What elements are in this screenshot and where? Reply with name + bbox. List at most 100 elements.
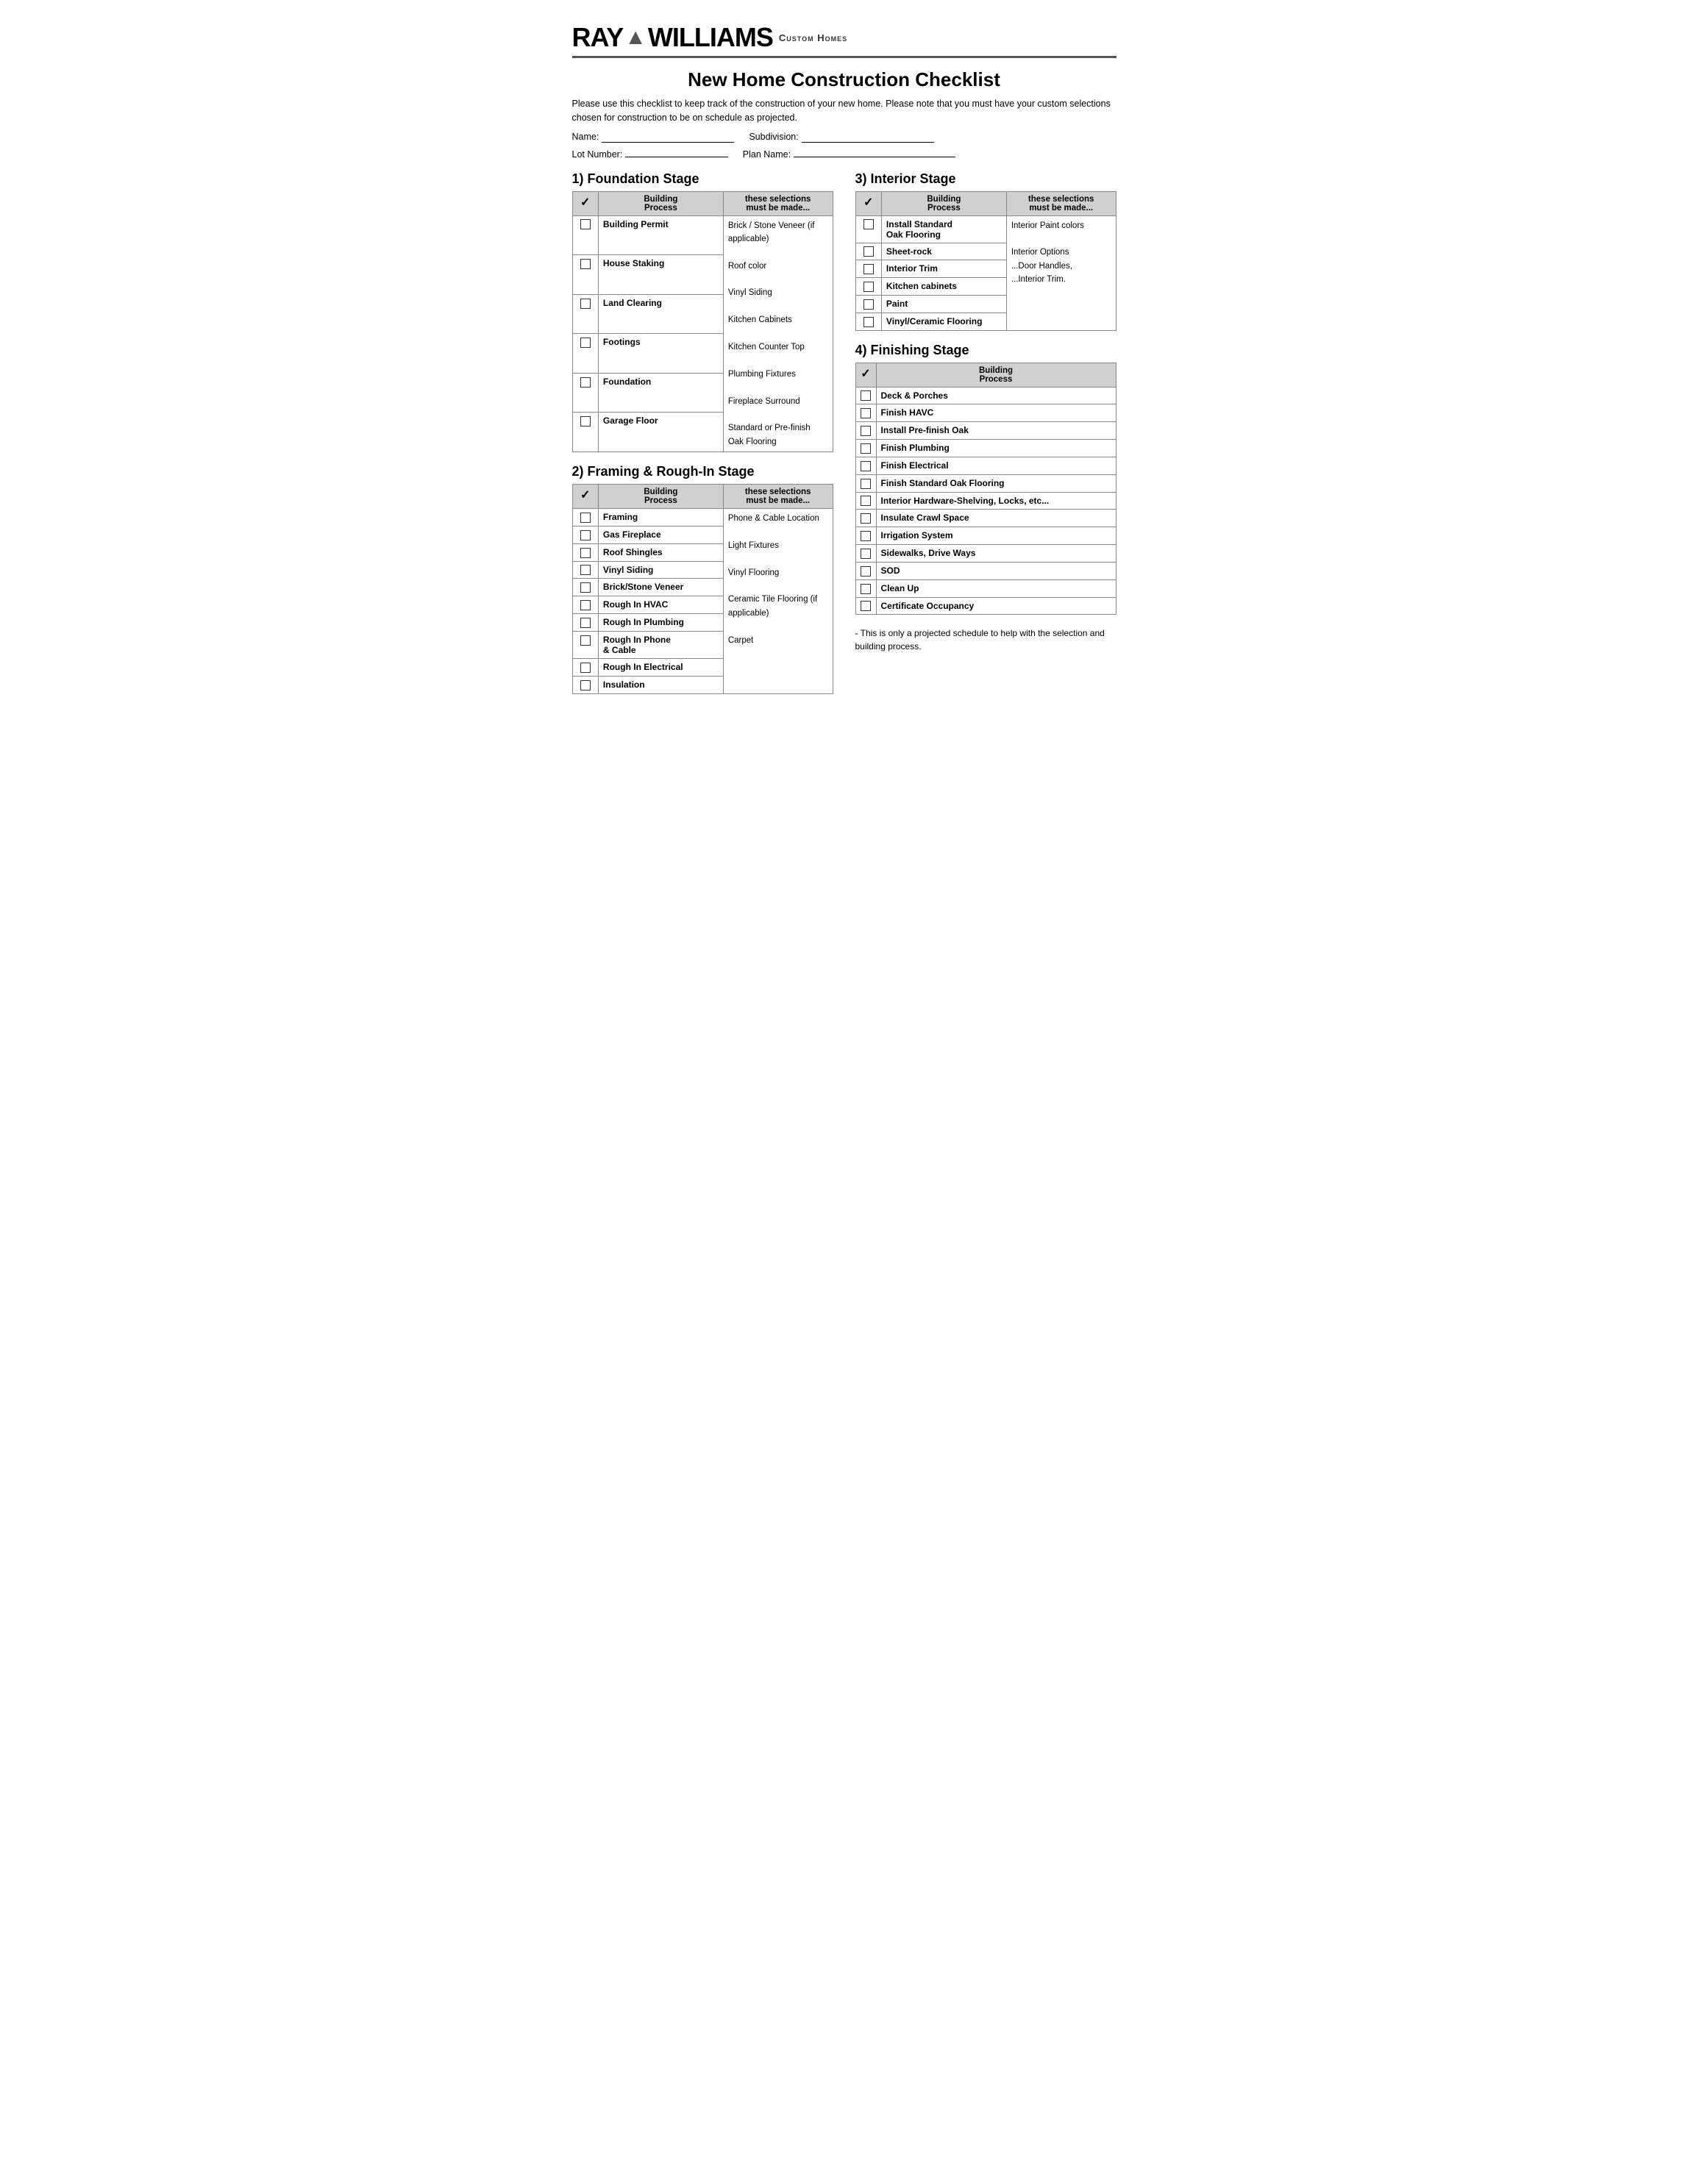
checkbox[interactable] [863, 264, 874, 274]
process-cell: Install StandardOak Flooring [881, 215, 1006, 243]
checkbox[interactable] [861, 584, 871, 594]
table-row: Finish Standard Oak Flooring [855, 474, 1116, 492]
checkbox[interactable] [861, 443, 871, 454]
checkbox[interactable] [861, 531, 871, 541]
checkbox[interactable] [580, 259, 591, 269]
process-cell: Roof Shingles [598, 543, 723, 561]
checkbox[interactable] [580, 600, 591, 610]
checkbox[interactable] [861, 549, 871, 559]
left-column: 1) Foundation Stage ✓ BuildingProcess th… [572, 171, 833, 706]
checkbox[interactable] [580, 338, 591, 348]
table-row: Irrigation System [855, 527, 1116, 545]
checkbox[interactable] [863, 219, 874, 229]
subdivision-field-group: Subdivision: [749, 131, 933, 143]
checkbox[interactable] [580, 548, 591, 558]
form-row-2: Lot Number: Plan Name: [572, 146, 1117, 160]
checkmark-icon: ✓ [580, 196, 590, 209]
finishing-table: ✓ BuildingProcess Deck & Porches Finish … [855, 363, 1117, 615]
foundation-table: ✓ BuildingProcess these selectionsmust b… [572, 191, 833, 453]
main-content: 1) Foundation Stage ✓ BuildingProcess th… [572, 171, 1117, 706]
framing-process-header: BuildingProcess [598, 485, 723, 509]
checkbox[interactable] [861, 408, 871, 418]
table-row: SOD [855, 562, 1116, 579]
framing-title: 2) Framing & Rough-In Stage [572, 464, 833, 479]
checkbox-cell[interactable] [572, 215, 598, 255]
process-cell: Sheet-rock [881, 243, 1006, 260]
process-cell: Finish Plumbing [876, 440, 1116, 457]
process-cell: Finish HAVC [876, 404, 1116, 422]
process-cell: Garage Floor [598, 413, 723, 452]
checkmark-icon: ✓ [863, 196, 873, 209]
process-cell: Kitchen cabinets [881, 278, 1006, 296]
checkbox[interactable] [580, 635, 591, 646]
logo-divider [572, 56, 1117, 58]
checkbox[interactable] [863, 246, 874, 257]
checkbox[interactable] [861, 461, 871, 471]
name-input[interactable] [602, 131, 734, 143]
process-cell: Building Permit [598, 215, 723, 255]
process-cell: Interior Trim [881, 260, 1006, 278]
checkbox[interactable] [580, 377, 591, 388]
process-cell: Land Clearing [598, 294, 723, 334]
framing-table: ✓ BuildingProcess these selectionsmust b… [572, 484, 833, 693]
checkbox[interactable] [861, 601, 871, 611]
checkbox[interactable] [863, 282, 874, 292]
table-row: Interior Hardware-Shelving, Locks, etc..… [855, 492, 1116, 510]
table-row: Framing Phone & Cable Location Light Fix… [572, 509, 833, 527]
finishing-process-header: BuildingProcess [876, 363, 1116, 387]
process-cell: Rough In Phone& Cable [598, 631, 723, 658]
checkbox[interactable] [861, 426, 871, 436]
process-cell: Insulate Crawl Space [876, 510, 1116, 527]
checkbox[interactable] [580, 530, 591, 540]
checkbox[interactable] [861, 496, 871, 506]
checkbox[interactable] [863, 317, 874, 327]
table-row: Install Pre-finish Oak [855, 422, 1116, 440]
checkbox[interactable] [580, 299, 591, 309]
interior-selections-header: these selectionsmust be made... [1006, 191, 1116, 215]
foundation-selections-header: these selectionsmust be made... [723, 191, 833, 215]
logo-subtitle: Custom Homes [779, 32, 847, 43]
process-cell: Irrigation System [876, 527, 1116, 545]
table-row: Finish HAVC [855, 404, 1116, 422]
interior-title: 3) Interior Stage [855, 171, 1117, 187]
checkbox[interactable] [580, 680, 591, 690]
checkbox[interactable] [580, 582, 591, 593]
process-cell: Certificate Occupancy [876, 597, 1116, 615]
plan-label: Plan Name: [743, 149, 791, 160]
checkmark-icon: ✓ [580, 489, 590, 502]
note-text: - This is only a projected schedule to h… [855, 627, 1117, 653]
interior-check-header: ✓ [855, 191, 881, 215]
process-cell: SOD [876, 562, 1116, 579]
table-row: Sidewalks, Drive Ways [855, 545, 1116, 563]
lot-input[interactable] [625, 146, 728, 157]
framing-selections-header: these selectionsmust be made... [723, 485, 833, 509]
plan-input[interactable] [794, 146, 955, 157]
checkbox[interactable] [861, 566, 871, 577]
process-cell: Insulation [598, 676, 723, 693]
checkbox[interactable] [580, 663, 591, 673]
checkbox[interactable] [861, 390, 871, 401]
process-cell: Finish Electrical [876, 457, 1116, 474]
checkbox[interactable] [580, 513, 591, 523]
checkbox[interactable] [580, 416, 591, 427]
foundation-check-header: ✓ [572, 191, 598, 215]
table-row: Finish Electrical [855, 457, 1116, 474]
name-field-group: Name: [572, 131, 735, 143]
plan-field-group: Plan Name: [743, 146, 955, 160]
subdivision-input[interactable] [802, 131, 934, 143]
process-cell: Vinyl Siding [598, 561, 723, 579]
right-column: 3) Interior Stage ✓ BuildingProcess thes… [855, 171, 1117, 706]
logo-ray: RAY [572, 22, 624, 53]
checkbox[interactable] [580, 565, 591, 575]
checkmark-icon: ✓ [861, 368, 870, 380]
process-cell: Interior Hardware-Shelving, Locks, etc..… [876, 492, 1116, 510]
interior-process-header: BuildingProcess [881, 191, 1006, 215]
page-title: New Home Construction Checklist [572, 68, 1117, 91]
checkbox[interactable] [863, 299, 874, 310]
checkbox[interactable] [580, 618, 591, 628]
checkbox[interactable] [580, 219, 591, 229]
checkbox[interactable] [861, 513, 871, 524]
checkbox[interactable] [861, 479, 871, 489]
logo-area: RAY ▲ WILLIAMS Custom Homes [572, 22, 1117, 53]
foundation-process-header: BuildingProcess [598, 191, 723, 215]
